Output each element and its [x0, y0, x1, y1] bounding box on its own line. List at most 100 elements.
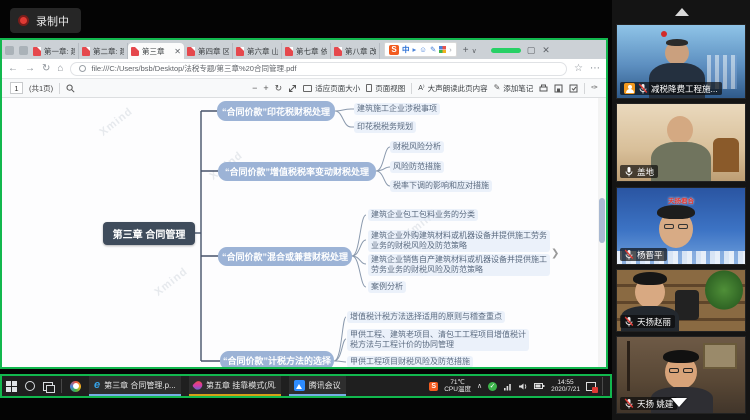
- browser-tab[interactable]: 第一章: 建: [30, 43, 79, 59]
- page-view-button[interactable]: 页面视图: [366, 83, 405, 94]
- tab-menu-icon[interactable]: ∨: [472, 47, 477, 55]
- close-window-button[interactable]: ✕: [542, 45, 550, 56]
- q-app-icon[interactable]: [70, 381, 81, 392]
- start-button[interactable]: [6, 381, 17, 392]
- mindmap-topic[interactable]: 印花税税务规划: [354, 121, 416, 133]
- taskbar-app-edge-pdf[interactable]: e 第三章 合同管理.p...: [89, 376, 181, 396]
- task-view-icon[interactable]: [43, 382, 53, 391]
- zoom-out-icon[interactable]: −: [252, 84, 257, 93]
- tab-strip: 第一章: 建 第二章: 建 第三章 ✕ 第四章 区... 第六章 山...: [2, 40, 606, 59]
- rotate-icon[interactable]: ↻: [275, 84, 283, 93]
- forward-icon[interactable]: →: [25, 64, 35, 74]
- expand-icon[interactable]: [288, 84, 297, 93]
- mindmap-topic[interactable]: 甲供工程、建筑老项目、清包工工程项目增值税计税方法与工程计价的协同管理: [347, 329, 529, 351]
- mindmap-topic[interactable]: 财税风险分析: [390, 141, 444, 153]
- presenter-icon: [624, 83, 635, 94]
- tab-close-icon[interactable]: ✕: [174, 47, 181, 56]
- notification-icon[interactable]: [586, 382, 596, 391]
- mindmap-branch[interactable]: “合同价款”印花税财税处理: [217, 101, 335, 121]
- grid-icon[interactable]: [439, 46, 446, 53]
- scroll-down-icon[interactable]: [671, 398, 687, 407]
- participant-tile[interactable]: 减税降费工程施...: [616, 24, 746, 99]
- back-icon[interactable]: ←: [8, 64, 18, 74]
- mic-muted-icon[interactable]: [638, 83, 648, 94]
- highlighter-icon[interactable]: ✑: [591, 84, 598, 92]
- search-icon[interactable]: [66, 84, 75, 93]
- participant-tile[interactable]: 天扬君合 杨晋平: [616, 187, 746, 265]
- antivirus-shield-icon[interactable]: ✓: [488, 382, 497, 391]
- save-icon[interactable]: [554, 84, 563, 93]
- pen-icon[interactable]: ✎: [430, 46, 436, 54]
- tianyang-logo: 天扬君合: [617, 195, 745, 205]
- sogou-input-toolbar[interactable]: S 中 ▸ ☺ ✎ ›: [384, 42, 457, 57]
- clock-widget[interactable]: 14:55 2020/7/21: [551, 379, 580, 394]
- mindmap-topic[interactable]: 建筑施工企业涉税事项: [354, 103, 440, 115]
- pdf-icon: [285, 47, 293, 56]
- sogou-tray-icon[interactable]: S: [429, 382, 438, 391]
- emoji-icon[interactable]: ☺: [419, 46, 427, 54]
- cursor-mode-icon[interactable]: ▸: [413, 46, 417, 54]
- browser-tab[interactable]: 第七章 依...: [282, 43, 331, 59]
- url-field[interactable]: file:///C:/Users/bsb/Desktop/法税专题/第三章%20…: [70, 62, 567, 76]
- taskbar-app-meeting[interactable]: 腾讯会议: [289, 376, 346, 396]
- mindmap-branch[interactable]: “合同价款”增值税税率变动财税处理: [218, 162, 376, 181]
- cortana-icon[interactable]: [25, 381, 35, 391]
- notification-badge: [592, 387, 598, 393]
- pinned-icon[interactable]: [5, 46, 14, 55]
- browser-tab[interactable]: 第四章 区...: [184, 43, 233, 59]
- browser-tab[interactable]: 第二章: 建: [79, 43, 128, 59]
- mic-muted-icon[interactable]: [624, 316, 634, 327]
- drop-icon: [192, 379, 204, 391]
- mindmap-topic[interactable]: 建筑企业销售自产建筑材料或机器设备并提供施工劳务业务的财税风险及防范策略: [368, 254, 550, 276]
- browser-tab-active[interactable]: 第三章 ✕: [128, 43, 184, 59]
- language-mode-icon[interactable]: 中: [402, 44, 410, 55]
- scrollbar-thumb[interactable]: [599, 198, 605, 243]
- mindmap-topic[interactable]: 税率下调的影响和应对措施: [390, 180, 492, 192]
- refresh-icon[interactable]: ↻: [42, 64, 50, 74]
- edge-icon: e: [94, 380, 100, 391]
- mindmap-root[interactable]: 第三章 合同管理: [103, 222, 195, 245]
- add-note-button[interactable]: ✎ 添加笔记: [494, 83, 534, 94]
- cpu-temp-widget: 71℃ CPU温度: [444, 379, 471, 394]
- mindmap-topic[interactable]: 案例分析: [368, 281, 406, 293]
- volume-icon[interactable]: [518, 382, 528, 391]
- home-icon[interactable]: ⌂: [57, 64, 63, 74]
- network-icon[interactable]: [503, 382, 512, 391]
- page-count-label: (共1页): [29, 83, 53, 94]
- scrollbar[interactable]: [598, 98, 606, 367]
- fit-page-button[interactable]: 适应页面大小: [303, 83, 360, 94]
- mic-muted-icon[interactable]: [624, 398, 634, 409]
- read-aloud-button[interactable]: A⁾ 大声朗读此页内容: [418, 83, 487, 94]
- mindmap-topic[interactable]: 甲供工程项目财税风险及防范措施: [347, 356, 473, 367]
- participant-tile[interactable]: 天扬赵丽: [616, 269, 746, 332]
- battery-icon[interactable]: [534, 382, 545, 390]
- scroll-up-icon[interactable]: [675, 8, 689, 16]
- restore-window-button[interactable]: ▢: [527, 45, 536, 56]
- pinned-icon[interactable]: [19, 46, 28, 55]
- participant-tile[interactable]: 盖地: [616, 103, 746, 182]
- more-icon[interactable]: ⋯: [590, 64, 600, 74]
- taskbar-app-document[interactable]: 第五章 挂靠模式(风...: [189, 376, 281, 396]
- mic-muted-icon[interactable]: [624, 249, 634, 260]
- mindmap-branch[interactable]: “合同价款”计税方法的选择: [220, 351, 334, 367]
- page-view-icon: [366, 84, 372, 92]
- page-number-input[interactable]: 1: [10, 82, 23, 94]
- collapse-icon[interactable]: ›: [449, 46, 452, 54]
- browser-tab[interactable]: 第八章 改...: [331, 43, 380, 59]
- site-info-icon[interactable]: [79, 65, 86, 72]
- zoom-in-icon[interactable]: +: [263, 84, 268, 93]
- pdf-page[interactable]: Xmind Xmind Xmind Xmind: [2, 98, 606, 367]
- mindmap-topic[interactable]: 建筑企业外购建筑材料或机器设备并提供施工劳务业务的财税风险及防范策略: [368, 230, 550, 252]
- mic-icon[interactable]: [624, 166, 634, 177]
- mindmap-topic[interactable]: 增值税计税方法选择适用的原则与稽查重点: [347, 311, 505, 323]
- mindmap-topic[interactable]: 建筑企业包工包料业务的分类: [368, 209, 478, 221]
- favorite-icon[interactable]: ☆: [574, 64, 583, 74]
- save-as-icon[interactable]: [569, 84, 578, 93]
- mindmap-branch[interactable]: “合同价款”混合或兼营财税处理: [218, 247, 352, 266]
- hidden-icons-chevron[interactable]: ∧: [477, 382, 482, 390]
- show-desktop-button[interactable]: [602, 377, 606, 395]
- new-tab-button[interactable]: +: [463, 45, 469, 56]
- print-icon[interactable]: [539, 84, 548, 93]
- mindmap-topic[interactable]: 风险防范措施: [390, 161, 444, 173]
- browser-tab[interactable]: 第六章 山...: [233, 43, 282, 59]
